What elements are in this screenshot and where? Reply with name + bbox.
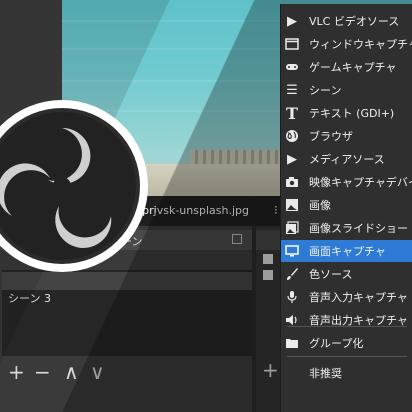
menu-item-video-capture-device[interactable]: 映像キャプチャデバイス [281,171,412,193]
menu-item-deprecated[interactable]: 非推奨 [281,362,412,384]
slideshow-icon [281,217,303,239]
scene-item-2[interactable] [2,272,252,290]
menu-item-vlc-source[interactable]: ▶ VLC ビデオソース [281,10,412,32]
menu-item-color-source[interactable]: 色ソース [281,263,412,285]
menu-item-game-capture[interactable]: ゲームキャプチャ [281,56,412,78]
microphone-icon [281,286,303,308]
brush-icon [281,263,303,285]
remove-scene-button[interactable]: − [34,362,51,382]
move-scene-down-button[interactable]: ∨ [90,362,105,382]
menu-item-group[interactable]: グループ化 [281,332,412,354]
speaker-icon [281,309,303,331]
menu-item-scene[interactable]: ☰ シーン [281,79,412,101]
submenu-spacer [281,362,303,384]
scenes-header: シーン [0,230,252,250]
camera-icon [281,171,303,193]
menu-item-media-source[interactable]: ▶ メディアソース [281,148,412,170]
image-source-icon [261,268,275,282]
scenes-title: シーン [110,235,143,248]
undock-icon[interactable] [232,234,242,244]
menu-item-display-capture[interactable]: 画面キャプチャ [281,240,412,262]
menu-item-audio-input-capture[interactable]: 音声入力キャプチャ [281,286,412,308]
scene-item-3[interactable]: シーン 3 [2,290,252,308]
scenes-panel: シーン シーン 3 + − ∧ ∨ [0,226,252,412]
image-icon [281,194,303,216]
play-icon: ▶ [287,151,297,167]
scene-item-1[interactable] [2,252,252,270]
folder-icon [281,332,303,354]
move-scene-up-button[interactable]: ∧ [64,362,79,382]
menu-item-browser[interactable]: ブラウザ [281,125,412,147]
menu-item-window-capture[interactable]: ウィンドウキャプチャ [281,33,412,55]
menu-separator [287,326,407,327]
image-source-icon [261,252,275,266]
menu-item-audio-output-capture[interactable]: 音声出力キャプチャ [281,309,412,331]
menu-item-image[interactable]: 画像 [281,194,412,216]
list-icon: ☰ [286,82,298,98]
window-icon [281,33,303,55]
add-source-button[interactable]: + [262,360,279,380]
current-source-name: KEprjvsk-unsplash.jpg [128,204,249,217]
monitor-icon [281,240,303,262]
text-icon: T [286,103,298,123]
menu-separator [287,356,407,357]
gamepad-icon [281,56,303,78]
menu-item-text-gdi[interactable]: T テキスト (GDI+) [281,102,412,124]
add-source-menu: ▶ VLC ビデオソース ウィンドウキャプチャ ゲームキャプチャ ☰ シーン T… [280,4,412,412]
globe-icon [281,125,303,147]
play-icon: ▶ [287,13,297,29]
add-scene-button[interactable]: + [8,362,25,382]
obs-window: KEprjvsk-unsplash.jpg ⁝ シーン シーン 3 + − ∧ … [0,0,412,412]
menu-item-image-slideshow[interactable]: 画像スライドショー [281,217,412,239]
